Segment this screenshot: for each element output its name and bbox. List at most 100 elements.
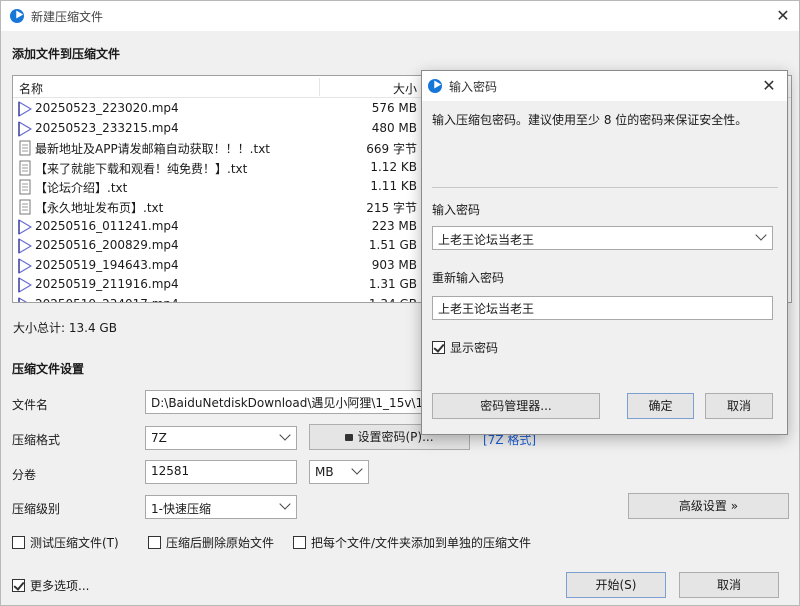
test-archive-checkbox[interactable]: 测试压缩文件(T) [12, 534, 119, 551]
file-row[interactable]: 20250516_011241.mp4 223 MB [13, 217, 423, 237]
file-size: 1.12 KB [370, 159, 417, 174]
volume-label: 分卷 [12, 468, 37, 482]
chevron-down-icon [279, 429, 291, 441]
file-row[interactable]: 【永久地址发布页】.txt 215 字节 [13, 197, 423, 217]
volume-unit-value: MB [315, 465, 334, 479]
add-files-heading: 添加文件到压缩文件 [12, 47, 121, 61]
format-label: 压缩格式 [12, 433, 61, 447]
window-title: 新建压缩文件 [31, 10, 104, 24]
close-icon[interactable]: ✕ [757, 75, 781, 97]
file-name: 20250523_233215.mp4 [35, 120, 179, 135]
video-file-icon [17, 101, 33, 117]
file-name: 20250519_211916.mp4 [35, 277, 179, 292]
delete-after-label: 压缩后删除原始文件 [166, 536, 275, 550]
column-divider[interactable] [319, 78, 320, 96]
password-manager-button[interactable]: 密码管理器... [432, 393, 600, 419]
text-file-icon [17, 140, 33, 156]
more-options-label: 更多选项... [30, 579, 90, 593]
checkbox-box [12, 536, 25, 549]
chevron-down-icon [279, 498, 291, 510]
column-header-name[interactable]: 名称 [19, 80, 43, 97]
file-name: 20250519_194643.mp4 [35, 257, 179, 272]
window-titlebar: 新建压缩文件 ✕ [1, 1, 799, 31]
format-value: 7Z [151, 431, 167, 445]
file-row[interactable]: 20250516_200829.mp4 1.51 GB [13, 236, 423, 256]
file-size: 576 MB [371, 101, 417, 115]
file-size: 903 MB [371, 257, 417, 272]
text-file-icon [17, 179, 33, 195]
level-label: 压缩级别 [12, 502, 61, 516]
volume-unit-select[interactable]: MB [309, 460, 369, 484]
cancel-button[interactable]: 取消 [679, 572, 779, 598]
file-row[interactable]: 20250519_194643.mp4 903 MB [13, 256, 423, 276]
repeat-password-input[interactable]: 上老王论坛当老王 [432, 296, 773, 320]
file-size: 480 MB [371, 120, 417, 135]
checkbox-box [432, 341, 445, 354]
archive-settings-heading: 压缩文件设置 [12, 362, 85, 376]
file-row[interactable]: 20250519_234017.mp4 1.34 GB [13, 295, 423, 302]
file-row[interactable]: 【来了就能下载和观看！纯免费！】.txt 1.12 KB [13, 158, 423, 178]
file-name: 20250516_200829.mp4 [35, 238, 179, 253]
separate-archives-checkbox[interactable]: 把每个文件/文件夹添加到单独的压缩文件 [293, 534, 531, 551]
file-row[interactable]: 【论坛介绍】.txt 1.11 KB [13, 177, 423, 197]
app-logo-icon [428, 79, 442, 93]
file-row[interactable]: 20250523_223020.mp4 576 MB [13, 99, 423, 119]
file-name: 最新地址及APP请发邮箱自动获取！！！.txt [35, 142, 271, 157]
checkbox-box [148, 536, 161, 549]
advanced-settings-button[interactable]: 高级设置 » [628, 493, 789, 519]
test-archive-label: 测试压缩文件(T) [30, 536, 119, 550]
file-name: 20250519_234017.mp4 [35, 297, 179, 302]
format-select[interactable]: 7Z [145, 426, 297, 450]
column-header-size[interactable]: 大小 [393, 80, 417, 97]
text-file-icon [17, 199, 33, 215]
dialog-title: 输入密码 [449, 80, 498, 94]
video-file-icon [17, 238, 33, 254]
file-size: 1.34 GB [369, 297, 417, 302]
video-file-icon [17, 258, 33, 274]
file-row[interactable]: 20250523_233215.mp4 480 MB [13, 119, 423, 139]
password-dialog: 输入密码 ✕ 输入压缩包密码。建议使用至少 8 位的密码来保证安全性。 输入密码… [421, 70, 788, 435]
password-value: 上老王论坛当老王 [438, 233, 535, 247]
dialog-titlebar: 输入密码 ✕ [422, 71, 787, 101]
password-label: 输入密码 [432, 203, 481, 217]
filename-label: 文件名 [12, 398, 49, 412]
file-name: 20250523_223020.mp4 [35, 101, 179, 115]
chevron-down-icon [755, 229, 767, 241]
dialog-description: 输入压缩包密码。建议使用至少 8 位的密码来保证安全性。 [432, 113, 748, 127]
more-options-checkbox[interactable]: 更多选项... [12, 577, 89, 594]
total-size: 大小总计: 13.4 GB [13, 321, 117, 335]
file-name: 20250516_011241.mp4 [35, 218, 179, 233]
start-button[interactable]: 开始(S) [566, 572, 666, 598]
level-select[interactable]: 1-快速压缩 [145, 495, 297, 519]
text-file-icon [17, 160, 33, 176]
file-size: 1.51 GB [368, 238, 417, 253]
app-logo-icon [10, 9, 24, 23]
show-password-checkbox[interactable]: 显示密码 [432, 339, 498, 356]
file-row[interactable]: 20250519_211916.mp4 1.31 GB [13, 275, 423, 295]
dialog-cancel-button[interactable]: 取消 [705, 393, 773, 419]
filename-input[interactable]: D:\BaiduNetdiskDownload\遇见小阿狸\1_15v\1 [145, 390, 431, 414]
file-size: 669 字节 [366, 142, 417, 157]
close-icon[interactable]: ✕ [771, 5, 795, 27]
file-name: 【永久地址发布页】.txt [35, 201, 164, 215]
dialog-divider [432, 187, 778, 188]
ok-button[interactable]: 确定 [627, 393, 694, 419]
volume-size-input[interactable]: 12581 [145, 460, 297, 484]
checkbox-box [12, 579, 25, 592]
file-name: 【论坛介绍】.txt [35, 181, 128, 196]
chevron-down-icon [351, 463, 363, 475]
delete-after-checkbox[interactable]: 压缩后删除原始文件 [148, 534, 274, 551]
show-password-label: 显示密码 [450, 341, 499, 355]
video-file-icon [17, 277, 33, 294]
level-value: 1-快速压缩 [151, 502, 211, 516]
file-size: 1.31 GB [368, 277, 417, 292]
video-file-icon [17, 120, 33, 137]
file-size: 1.11 KB [370, 179, 417, 194]
lock-icon [345, 434, 354, 441]
file-row[interactable]: 最新地址及APP请发邮箱自动获取！！！.txt 669 字节 [13, 138, 423, 158]
password-input[interactable]: 上老王论坛当老王 [432, 226, 773, 250]
separate-archives-label: 把每个文件/文件夹添加到单独的压缩文件 [311, 536, 532, 550]
video-file-icon [17, 218, 33, 235]
checkbox-box [293, 536, 306, 549]
file-size: 215 字节 [366, 201, 417, 215]
